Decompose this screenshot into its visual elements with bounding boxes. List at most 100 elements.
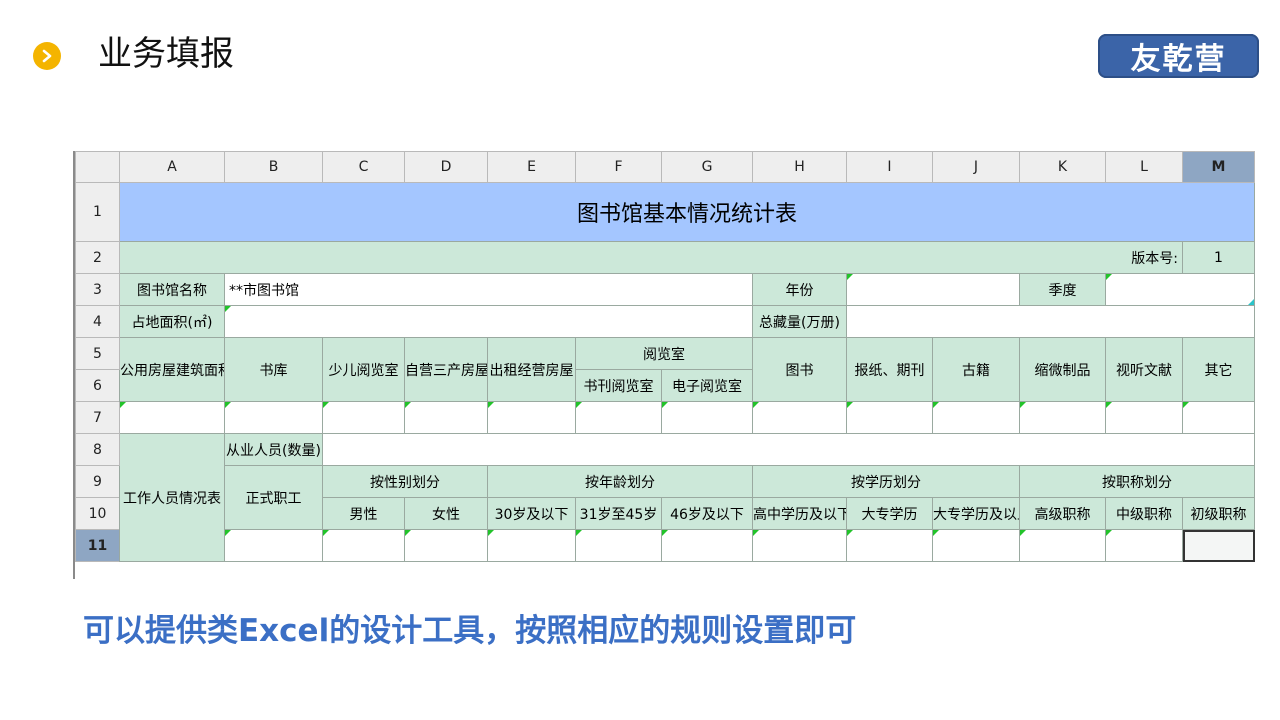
row-header-8[interactable]: 8	[75, 433, 120, 466]
year-input[interactable]	[846, 273, 1020, 306]
row-header-9[interactable]: 9	[75, 465, 120, 498]
periodical-room-header[interactable]: 书刊阅览室	[575, 369, 662, 402]
input-cell-c11[interactable]	[322, 529, 405, 562]
books-header[interactable]: 图书	[752, 337, 847, 402]
area-label[interactable]: 占地面积(㎡)	[119, 305, 225, 338]
input-cell-b7[interactable]	[224, 401, 323, 434]
ancient-header[interactable]: 古籍	[932, 337, 1020, 402]
library-name-input[interactable]: **市图书馆	[224, 273, 753, 306]
input-cell-f7[interactable]	[575, 401, 662, 434]
by-education-header[interactable]: 按学历划分	[752, 465, 1020, 498]
female-header[interactable]: 女性	[404, 497, 488, 530]
input-cell-h11[interactable]	[752, 529, 847, 562]
microform-header[interactable]: 缩微制品	[1019, 337, 1106, 402]
row-header-11[interactable]: 11	[75, 529, 120, 562]
area-input[interactable]	[224, 305, 753, 338]
row-header-6[interactable]: 6	[75, 369, 120, 402]
input-cell-e7[interactable]	[487, 401, 576, 434]
input-cell-h7[interactable]	[752, 401, 847, 434]
row-header-2[interactable]: 2	[75, 241, 120, 274]
mid-title-header[interactable]: 中级职称	[1105, 497, 1183, 530]
staff-table-label[interactable]: 工作人员情况表	[119, 433, 225, 562]
age-46-header[interactable]: 46岁及以下	[661, 497, 753, 530]
column-header-b[interactable]: B	[224, 151, 323, 183]
column-header-f[interactable]: F	[575, 151, 662, 183]
edu-college-above-header[interactable]: 大专学历及以上	[932, 497, 1020, 530]
column-header-j[interactable]: J	[932, 151, 1020, 183]
by-age-header[interactable]: 按年龄划分	[487, 465, 753, 498]
row-header-7[interactable]: 7	[75, 401, 120, 434]
library-name-label[interactable]: 图书馆名称	[119, 273, 225, 306]
input-cell-k11[interactable]	[1019, 529, 1106, 562]
employees-count-label[interactable]: 从业人员(数量)	[224, 433, 323, 466]
senior-title-header[interactable]: 高级职称	[1019, 497, 1106, 530]
self-run-header[interactable]: 自营三产房屋	[404, 337, 488, 402]
edu-college-header[interactable]: 大专学历	[846, 497, 933, 530]
employees-count-input[interactable]	[322, 433, 1255, 466]
spreadsheet-grid: A B C D E F G H I J K L M 1 图书馆基本情况统计表 2…	[75, 151, 1255, 562]
public-area-header[interactable]: 公用房屋建筑面积	[119, 337, 225, 402]
input-cell-e11[interactable]	[487, 529, 576, 562]
input-cell-j7[interactable]	[932, 401, 1020, 434]
input-cell-i7[interactable]	[846, 401, 933, 434]
input-cell-c7[interactable]	[322, 401, 405, 434]
year-label[interactable]: 年份	[752, 273, 847, 306]
column-header-m[interactable]: M	[1182, 151, 1255, 183]
page-title: 业务填报	[98, 34, 234, 74]
row-header-5[interactable]: 5	[75, 337, 120, 370]
column-header-g[interactable]: G	[661, 151, 753, 183]
row-header-3[interactable]: 3	[75, 273, 120, 306]
input-cell-k7[interactable]	[1019, 401, 1106, 434]
version-value-cell[interactable]: 1	[1182, 241, 1255, 274]
column-header-l[interactable]: L	[1105, 151, 1183, 183]
rental-header[interactable]: 出租经营房屋	[487, 337, 576, 402]
input-cell-d7[interactable]	[404, 401, 488, 434]
selected-cell-m11[interactable]	[1182, 529, 1255, 562]
age-under-30-header[interactable]: 30岁及以下	[487, 497, 576, 530]
by-title-header[interactable]: 按职称划分	[1019, 465, 1255, 498]
collection-label[interactable]: 总藏量(万册)	[752, 305, 847, 338]
column-header-e[interactable]: E	[487, 151, 576, 183]
column-header-i[interactable]: I	[846, 151, 933, 183]
other-header[interactable]: 其它	[1182, 337, 1255, 402]
e-room-header[interactable]: 电子阅览室	[661, 369, 753, 402]
input-cell-d11[interactable]	[404, 529, 488, 562]
input-cell-m7[interactable]	[1182, 401, 1255, 434]
quarter-label[interactable]: 季度	[1019, 273, 1106, 306]
version-label-cell[interactable]: 版本号:	[119, 241, 1183, 274]
row-header-10[interactable]: 10	[75, 497, 120, 530]
column-header-d[interactable]: D	[404, 151, 488, 183]
input-cell-b11[interactable]	[224, 529, 323, 562]
column-header-c[interactable]: C	[322, 151, 405, 183]
input-cell-l7[interactable]	[1105, 401, 1183, 434]
chevron-right-icon	[42, 49, 52, 63]
audiovisual-header[interactable]: 视听文献	[1105, 337, 1183, 402]
column-header-k[interactable]: K	[1019, 151, 1106, 183]
collection-input[interactable]	[846, 305, 1255, 338]
column-header-h[interactable]: H	[752, 151, 847, 183]
by-gender-header[interactable]: 按性别划分	[322, 465, 488, 498]
formal-staff-header[interactable]: 正式职工	[224, 465, 323, 530]
row-header-1[interactable]: 1	[75, 182, 120, 242]
caption-text: 可以提供类Excel的设计工具，按照相应的规则设置即可	[83, 613, 857, 649]
input-cell-j11[interactable]	[932, 529, 1020, 562]
edu-high-school-header[interactable]: 高中学历及以下	[752, 497, 847, 530]
reading-room-header[interactable]: 阅览室	[575, 337, 753, 370]
age-31-45-header[interactable]: 31岁至45岁	[575, 497, 662, 530]
children-room-header[interactable]: 少儿阅览室	[322, 337, 405, 402]
input-cell-g11[interactable]	[661, 529, 753, 562]
stack-room-header[interactable]: 书库	[224, 337, 323, 402]
select-all-corner[interactable]	[75, 151, 120, 183]
input-cell-a7[interactable]	[119, 401, 225, 434]
input-cell-g7[interactable]	[661, 401, 753, 434]
input-cell-i11[interactable]	[846, 529, 933, 562]
newspapers-header[interactable]: 报纸、期刊	[846, 337, 933, 402]
sheet-title-cell[interactable]: 图书馆基本情况统计表	[119, 182, 1255, 242]
male-header[interactable]: 男性	[322, 497, 405, 530]
input-cell-l11[interactable]	[1105, 529, 1183, 562]
column-header-a[interactable]: A	[119, 151, 225, 183]
row-header-4[interactable]: 4	[75, 305, 120, 338]
junior-title-header[interactable]: 初级职称	[1182, 497, 1255, 530]
quarter-input[interactable]	[1105, 273, 1255, 306]
input-cell-f11[interactable]	[575, 529, 662, 562]
